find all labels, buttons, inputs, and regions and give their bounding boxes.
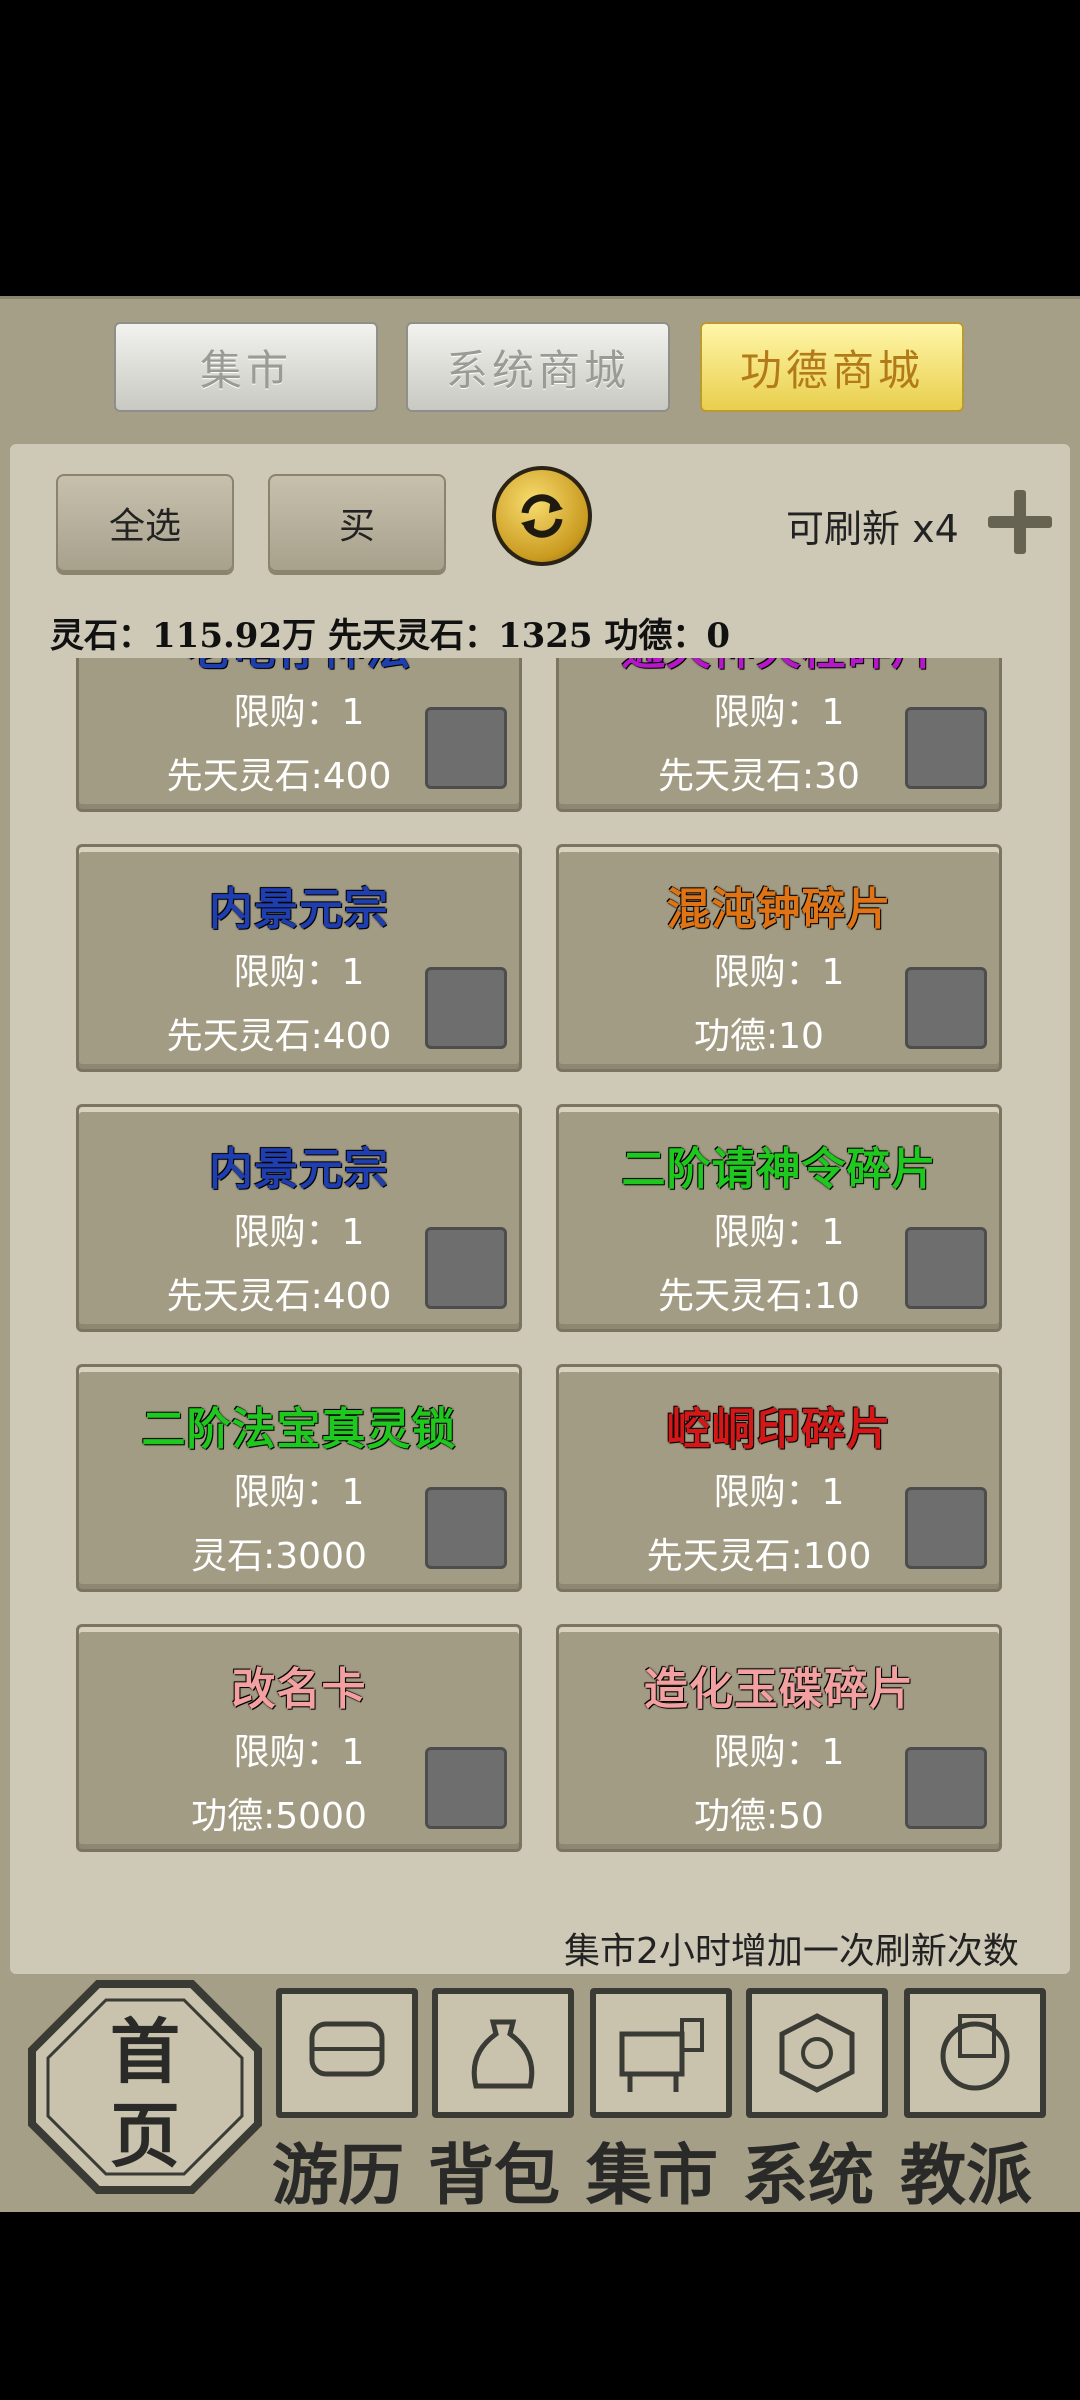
refresh-count-label: 可刷新 x4	[786, 507, 959, 551]
nav-label-bag[interactable]: 背包	[428, 2122, 560, 2218]
item-price: 先天灵石:10	[658, 1276, 860, 1317]
refresh-coin-button[interactable]	[492, 466, 592, 566]
refresh-note: 集市2小时增加一次刷新次数	[564, 1931, 1019, 1972]
item-price: 功德:50	[694, 1796, 824, 1837]
item-price: 功德:10	[694, 1016, 824, 1057]
item-name: 内景元宗	[209, 884, 389, 935]
item-checkbox[interactable]	[905, 1487, 987, 1569]
nav-label-sect[interactable]: 教派	[900, 2122, 1032, 2218]
refresh-icon	[521, 494, 563, 538]
item-checkbox[interactable]	[425, 707, 507, 789]
home-badge-icon: 首 页	[28, 1980, 262, 2194]
item-card[interactable]: 内景元宗 限购：1 先天灵石:400	[76, 844, 522, 1072]
item-name: 改名卡	[231, 1664, 367, 1715]
stall-icon[interactable]	[590, 1988, 732, 2118]
nav-label-market[interactable]: 集市	[586, 2122, 718, 2218]
item-name: 混沌钟碎片	[666, 884, 892, 935]
add-refresh-icon[interactable]	[988, 490, 1052, 554]
item-checkbox[interactable]	[425, 1747, 507, 1829]
item-card[interactable]: 内景元宗 限购：1 先天灵石:400	[76, 1104, 522, 1332]
item-checkbox[interactable]	[905, 1747, 987, 1829]
item-price: 功德:5000	[191, 1796, 367, 1837]
item-card[interactable]: 二阶法宝真灵锁 限购：1 灵石:3000	[76, 1364, 522, 1592]
nav-label-system[interactable]: 系统	[742, 2122, 874, 2218]
item-price: 先天灵石:30	[658, 756, 860, 797]
buy-button[interactable]: 买	[268, 474, 446, 572]
item-price: 先天灵石:400	[166, 1276, 392, 1317]
item-list[interactable]: 老龟存神法 限购：1 先天灵石:400 通天神火柱碎片 限购：1 先天灵石:30…	[70, 658, 1010, 1890]
item-name: 通天神火柱碎片	[559, 658, 999, 677]
nav-label-travel[interactable]: 游历	[272, 2122, 404, 2218]
bag-icon[interactable]	[432, 1988, 574, 2118]
item-price: 先天灵石:400	[166, 756, 392, 797]
item-name: 老龟存神法	[79, 658, 519, 677]
item-card[interactable]: 二阶请神令碎片 限购：1 先天灵石:10	[556, 1104, 1002, 1332]
item-checkbox[interactable]	[425, 1487, 507, 1569]
item-name: 二阶法宝真灵锁	[141, 1404, 457, 1455]
tab-system-shop[interactable]: 系统商城	[406, 322, 670, 412]
select-all-button[interactable]: 全选	[56, 474, 234, 572]
item-name: 二阶请神令碎片	[621, 1144, 937, 1195]
item-price: 灵石:3000	[191, 1536, 367, 1577]
item-name: 造化玉碟碎片	[644, 1664, 914, 1715]
item-checkbox[interactable]	[425, 967, 507, 1049]
item-card[interactable]: 老龟存神法 限购：1 先天灵石:400	[76, 658, 522, 812]
item-checkbox[interactable]	[905, 967, 987, 1049]
tab-market[interactable]: 集市	[114, 322, 378, 412]
item-card[interactable]: 造化玉碟碎片 限购：1 功德:50	[556, 1624, 1002, 1852]
item-checkbox[interactable]	[905, 1227, 987, 1309]
chest-icon[interactable]	[276, 1988, 418, 2118]
home-char-1: 首	[110, 2010, 180, 2093]
item-card[interactable]: 崆峒印碎片 限购：1 先天灵石:100	[556, 1364, 1002, 1592]
home-button[interactable]: 首 页	[28, 1980, 262, 2194]
currency-bar: 灵石：115.92万 先天灵石：1325 功德：0	[50, 616, 731, 656]
item-price: 先天灵石:400	[166, 1016, 392, 1057]
item-price: 先天灵石:100	[646, 1536, 872, 1577]
home-char-2: 页	[110, 2094, 180, 2177]
sect-seal-icon[interactable]	[904, 1988, 1046, 2118]
system-seal-icon[interactable]	[746, 1988, 888, 2118]
item-card[interactable]: 混沌钟碎片 限购：1 功德:10	[556, 844, 1002, 1072]
tab-merit-shop[interactable]: 功德商城	[700, 322, 964, 412]
item-card[interactable]: 改名卡 限购：1 功德:5000	[76, 1624, 522, 1852]
item-checkbox[interactable]	[425, 1227, 507, 1309]
item-card[interactable]: 通天神火柱碎片 限购：1 先天灵石:30	[556, 658, 1002, 812]
item-checkbox[interactable]	[905, 707, 987, 789]
item-name: 崆峒印碎片	[666, 1404, 892, 1455]
item-name: 内景元宗	[209, 1144, 389, 1195]
